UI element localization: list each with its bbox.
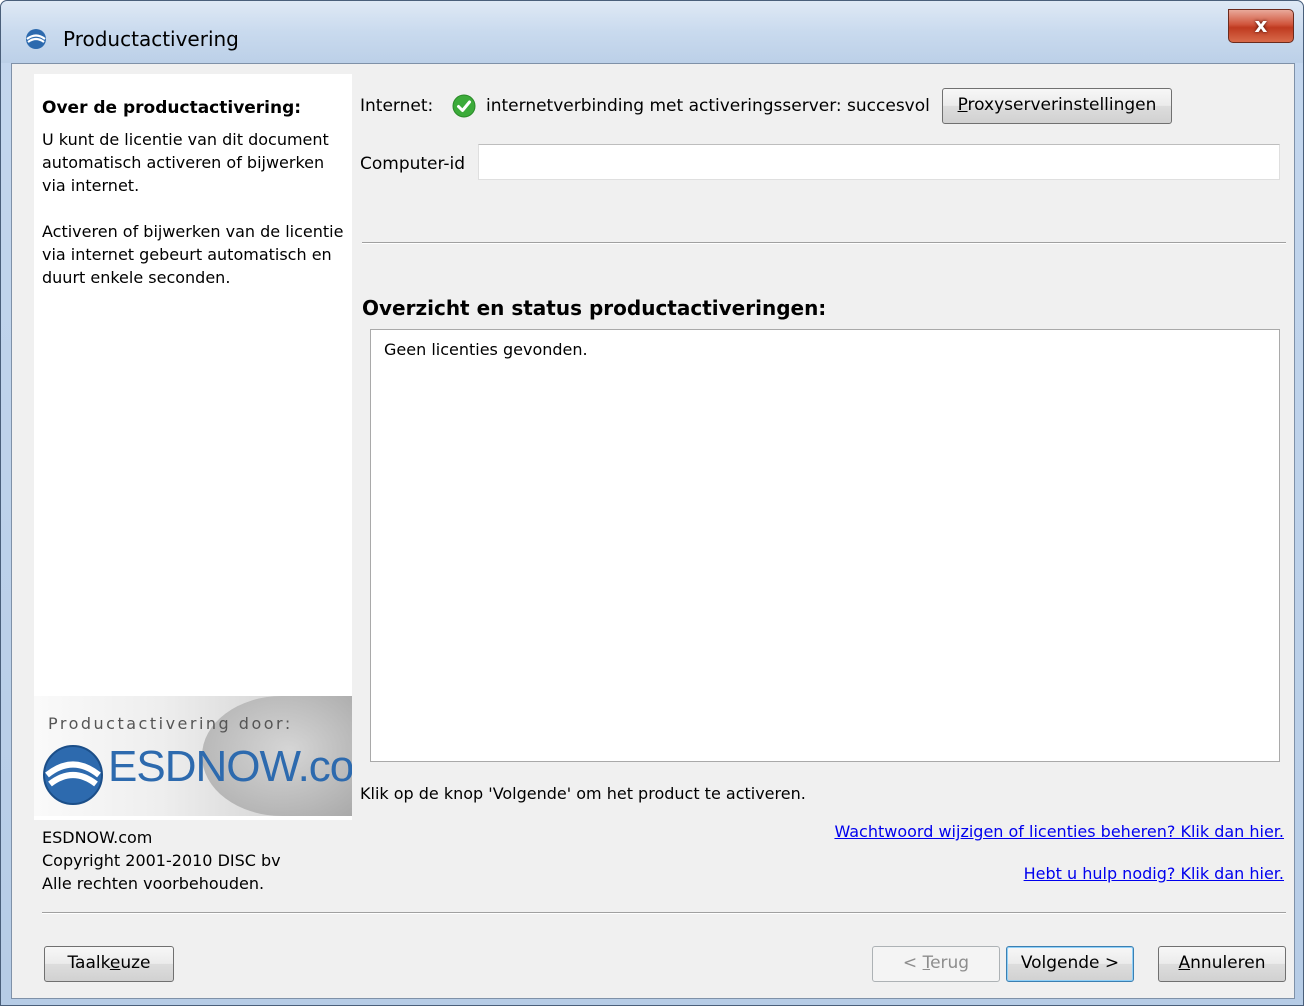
connection-status: internetverbinding met activeringsserver… bbox=[486, 96, 930, 116]
overview-title: Overzicht en status productactiveringen: bbox=[362, 296, 827, 320]
help-link[interactable]: Hebt u hulp nodig? Klik dan hier. bbox=[1024, 864, 1284, 883]
sidebar-paragraph-1: U kunt de licentie van dit document auto… bbox=[42, 130, 329, 195]
manage-licenses-link[interactable]: Wachtwoord wijzigen of licenties beheren… bbox=[834, 822, 1284, 841]
separator-top bbox=[362, 242, 1286, 244]
sidebar-paragraph-2: Activeren of bijwerken van de licentie v… bbox=[42, 222, 344, 287]
next-button[interactable]: Volgende > bbox=[1006, 946, 1134, 982]
back-button[interactable]: < Terug bbox=[872, 946, 1000, 982]
sidebar-heading: Over de productactivering: bbox=[42, 98, 302, 118]
language-button[interactable]: Taalkeuze bbox=[44, 946, 174, 982]
proxy-settings-button[interactable]: Proxyserverinstellingen bbox=[942, 88, 1172, 124]
esdnow-logo-icon bbox=[26, 29, 46, 49]
activation-status-box[interactable]: Geen licenties gevonden. bbox=[370, 329, 1280, 762]
copyright-line-1: ESDNOW.com bbox=[42, 828, 153, 847]
copyright-line-3: Alle rechten voorbehouden. bbox=[42, 874, 265, 893]
copyright-line-2: Copyright 2001-2010 DISC bv bbox=[42, 851, 281, 870]
computer-id-field[interactable] bbox=[478, 144, 1280, 180]
banner-caption: Productactivering door: bbox=[48, 714, 293, 733]
activation-window: Productactivering x Over de productactiv… bbox=[0, 0, 1304, 1006]
next-hint: Klik op de knop 'Volgende' om het produc… bbox=[360, 784, 806, 803]
internet-label: Internet: bbox=[360, 96, 434, 116]
close-button[interactable]: x bbox=[1228, 9, 1294, 43]
success-check-icon bbox=[452, 94, 476, 118]
separator-bottom bbox=[42, 912, 1286, 914]
title-bar[interactable]: Productactivering x bbox=[1, 1, 1303, 63]
esdnow-logo-icon bbox=[43, 745, 103, 805]
copyright-block: ESDNOW.com Copyright 2001-2010 DISC bv A… bbox=[42, 826, 342, 895]
cancel-button[interactable]: Annuleren bbox=[1158, 946, 1286, 982]
status-message: Geen licenties gevonden. bbox=[384, 340, 588, 359]
close-icon: x bbox=[1254, 13, 1268, 37]
esdnow-banner: Productactivering door: ESDNOW.com bbox=[34, 696, 352, 816]
dialog-body: Over de productactivering: U kunt de lic… bbox=[11, 63, 1295, 999]
banner-logo-text: ESDNOW.com bbox=[108, 742, 352, 791]
info-sidebar: Over de productactivering: U kunt de lic… bbox=[34, 74, 352, 820]
computer-id-label: Computer-id bbox=[360, 154, 466, 174]
window-title: Productactivering bbox=[63, 27, 239, 51]
